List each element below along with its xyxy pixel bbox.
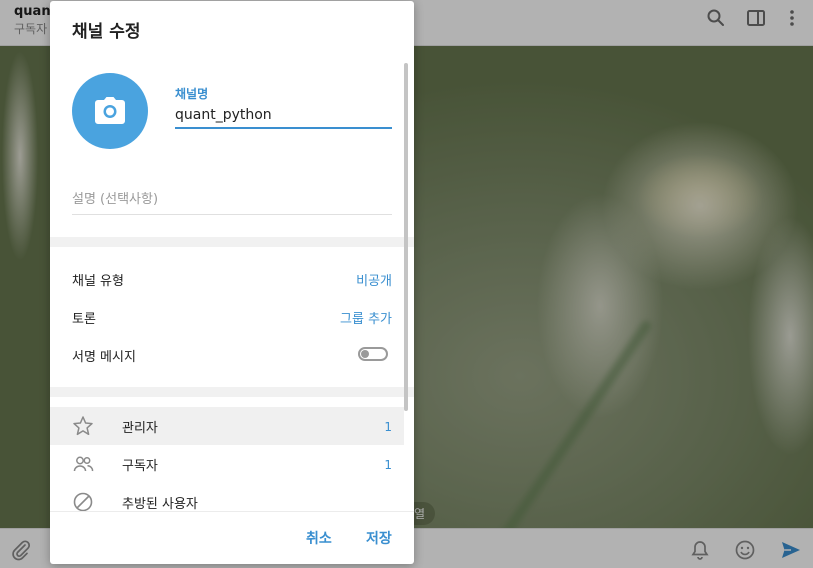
section-divider: [50, 237, 414, 247]
channel-description-input[interactable]: [72, 185, 392, 215]
channel-name-input[interactable]: [175, 103, 392, 129]
channel-type-row[interactable]: 채널 유형 비공개: [50, 259, 404, 297]
dialog-scrollbar[interactable]: [404, 63, 408, 411]
channel-type-label: 채널 유형: [72, 274, 124, 289]
edit-channel-dialog: 채널 수정 채널명 채널 유형 비공개 토론 그룹 추가 서명 메시지: [50, 1, 414, 564]
subscribers-count: 1: [384, 458, 392, 472]
toggle-knob: [361, 350, 369, 358]
admins-label: 관리자: [122, 421, 158, 436]
star-icon: [73, 416, 93, 436]
banned-users-label: 추방된 사용자: [122, 497, 198, 511]
discussion-value: 그룹 추가: [340, 312, 392, 327]
people-icon: [73, 456, 94, 472]
block-icon: [73, 492, 93, 511]
section-divider: [50, 387, 414, 397]
channel-name-label: 채널명: [175, 87, 209, 101]
dialog-scroll-area[interactable]: 채널명 채널 유형 비공개 토론 그룹 추가 서명 메시지 관리자 1: [50, 51, 414, 511]
sign-messages-toggle[interactable]: [358, 347, 388, 361]
dialog-footer: 취소 저장: [50, 511, 414, 564]
dialog-title: 채널 수정: [72, 22, 141, 42]
sign-messages-row[interactable]: 서명 메시지: [50, 335, 404, 373]
subscribers-row[interactable]: 구독자 1: [50, 445, 404, 483]
save-button[interactable]: 저장: [366, 528, 392, 548]
cancel-button[interactable]: 취소: [306, 528, 332, 548]
subscribers-label: 구독자: [122, 459, 158, 474]
channel-photo-button[interactable]: [72, 73, 148, 149]
admins-count: 1: [384, 420, 392, 434]
discussion-label: 토론: [72, 312, 96, 327]
admins-row[interactable]: 관리자 1: [50, 407, 404, 445]
discussion-row[interactable]: 토론 그룹 추가: [50, 297, 404, 335]
sign-messages-label: 서명 메시지: [72, 350, 136, 365]
channel-type-value: 비공개: [356, 274, 392, 289]
banned-users-row[interactable]: 추방된 사용자: [50, 483, 404, 511]
camera-icon: [95, 97, 125, 124]
